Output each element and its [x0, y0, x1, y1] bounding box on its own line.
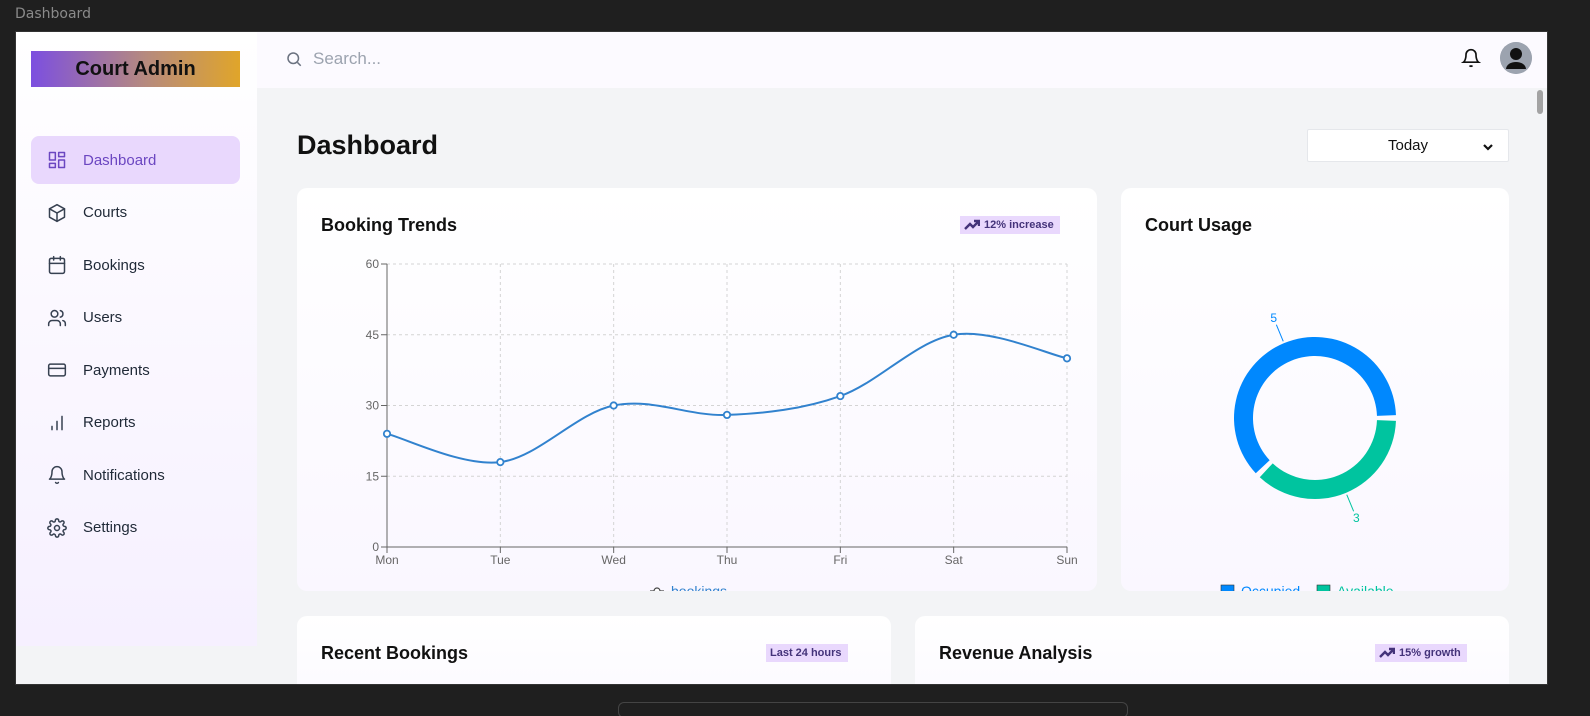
- data-point: [1062, 354, 1072, 363]
- sidebar-nav: Dashboard Courts Bookings Users Payments…: [31, 136, 240, 556]
- revenue-analysis-card: Revenue Analysis 15% growth: [915, 616, 1509, 684]
- slice-label-leader: [1275, 324, 1284, 342]
- data-point: [609, 401, 618, 410]
- slice-label-leader: [1346, 494, 1355, 512]
- app-window: Court Admin Dashboard Courts Bookings Us…: [15, 31, 1548, 685]
- y-tick-label: 15: [366, 469, 380, 483]
- y-tick-label: 30: [366, 399, 380, 413]
- bar-chart-icon: [47, 413, 67, 433]
- sidebar-item-label: Notifications: [83, 466, 165, 484]
- trending-up-icon: [1379, 647, 1395, 658]
- sidebar-item-payments[interactable]: Payments: [31, 346, 240, 394]
- sidebar-item-label: Dashboard: [83, 151, 157, 169]
- box-icon: [47, 203, 67, 223]
- sidebar-item-label: Users: [83, 309, 123, 326]
- slice-label: 5: [1270, 311, 1277, 325]
- revenue-badge: 15% growth: [1375, 644, 1467, 662]
- credit-card-icon: [47, 360, 67, 380]
- sidebar-item-label: Courts: [83, 204, 128, 221]
- data-point: [382, 429, 392, 438]
- x-tick-label: Sat: [945, 553, 964, 567]
- recent-bookings-badge-label: Last 24 hours: [770, 647, 842, 659]
- legend-swatch: [1316, 584, 1331, 591]
- period-select-value: Today: [1387, 137, 1429, 154]
- bell-icon[interactable]: [1460, 48, 1483, 70]
- taskbar-tab[interactable]: [618, 702, 1128, 716]
- users-icon: [47, 308, 67, 328]
- court-usage-chart: 5 3 Occupied Available: [1220, 311, 1396, 591]
- y-tick-label: 45: [366, 328, 380, 342]
- search-icon: [285, 50, 303, 68]
- x-tick-label: Fri: [833, 553, 847, 567]
- legend-label: Occupied: [1241, 583, 1300, 591]
- card-title: Recent Bookings: [321, 643, 469, 663]
- user-avatar-icon[interactable]: [1500, 42, 1532, 74]
- period-select[interactable]: Today: [1307, 129, 1509, 162]
- sidebar-item-label: Payments: [83, 361, 150, 379]
- calendar-icon: [47, 255, 67, 275]
- sidebar-item-courts[interactable]: Courts: [31, 189, 240, 237]
- sidebar-item-bookings[interactable]: Bookings: [31, 241, 240, 289]
- logo: Court Admin: [31, 51, 240, 87]
- data-point: [836, 391, 845, 401]
- os-window-title: Dashboard: [15, 6, 91, 22]
- recent-bookings-badge: Last 24 hours: [766, 644, 848, 662]
- x-tick-label: Wed: [601, 553, 625, 567]
- page-title: Dashboard: [297, 130, 439, 160]
- data-point: [496, 457, 505, 467]
- x-tick-label: Mon: [375, 553, 398, 567]
- legend-label: bookings: [671, 583, 727, 591]
- scrollbar[interactable]: [1533, 88, 1547, 684]
- scrollbar-thumb[interactable]: [1537, 90, 1543, 114]
- sidebar: Court Admin Dashboard Courts Bookings Us…: [16, 32, 257, 646]
- donut-slice-available: [1259, 420, 1396, 499]
- booking-trends-chart: 0 15 30 45 60 Mon Tue Wed Thu Fri Sat Sun bookings: [366, 257, 1078, 591]
- sidebar-item-users[interactable]: Users: [31, 294, 240, 342]
- court-usage-card: Court Usage 5 3 Occupied Available: [1121, 188, 1509, 591]
- legend-label: Available: [1337, 583, 1394, 591]
- x-tick-label: Sun: [1056, 553, 1077, 567]
- y-tick-label: 0: [372, 540, 379, 554]
- x-tick-label: Thu: [717, 553, 738, 567]
- revenue-badge-label: 15% growth: [1399, 647, 1461, 659]
- dashboard-icon: [47, 150, 67, 170]
- top-header: [257, 32, 1547, 88]
- legend-swatch: [1220, 584, 1235, 591]
- card-title: Revenue Analysis: [939, 643, 1093, 663]
- booking-trends-card: Booking Trends 12% increase 0 15 30 45 60 Mon…: [297, 188, 1097, 591]
- y-tick-label: 60: [366, 257, 380, 271]
- sidebar-item-label: Settings: [83, 519, 138, 536]
- gear-icon: [47, 517, 67, 538]
- x-tick-label: Tue: [490, 553, 511, 567]
- slice-label: 3: [1353, 511, 1360, 525]
- data-point: [722, 410, 732, 420]
- sidebar-item-label: Reports: [83, 414, 136, 431]
- sidebar-item-settings[interactable]: Settings: [31, 504, 240, 552]
- sidebar-item-reports[interactable]: Reports: [31, 399, 240, 447]
- bell-icon: [47, 465, 67, 485]
- data-point: [949, 330, 958, 339]
- sidebar-item-label: Bookings: [83, 256, 145, 274]
- search-input[interactable]: [313, 46, 913, 72]
- recent-bookings-card: Recent Bookings Last 24 hours: [297, 616, 891, 684]
- sidebar-item-dashboard[interactable]: Dashboard: [31, 136, 240, 184]
- chevron-down-icon: [1482, 140, 1494, 152]
- sidebar-item-notifications[interactable]: Notifications: [31, 451, 240, 499]
- legend-marker-icon: [653, 587, 661, 591]
